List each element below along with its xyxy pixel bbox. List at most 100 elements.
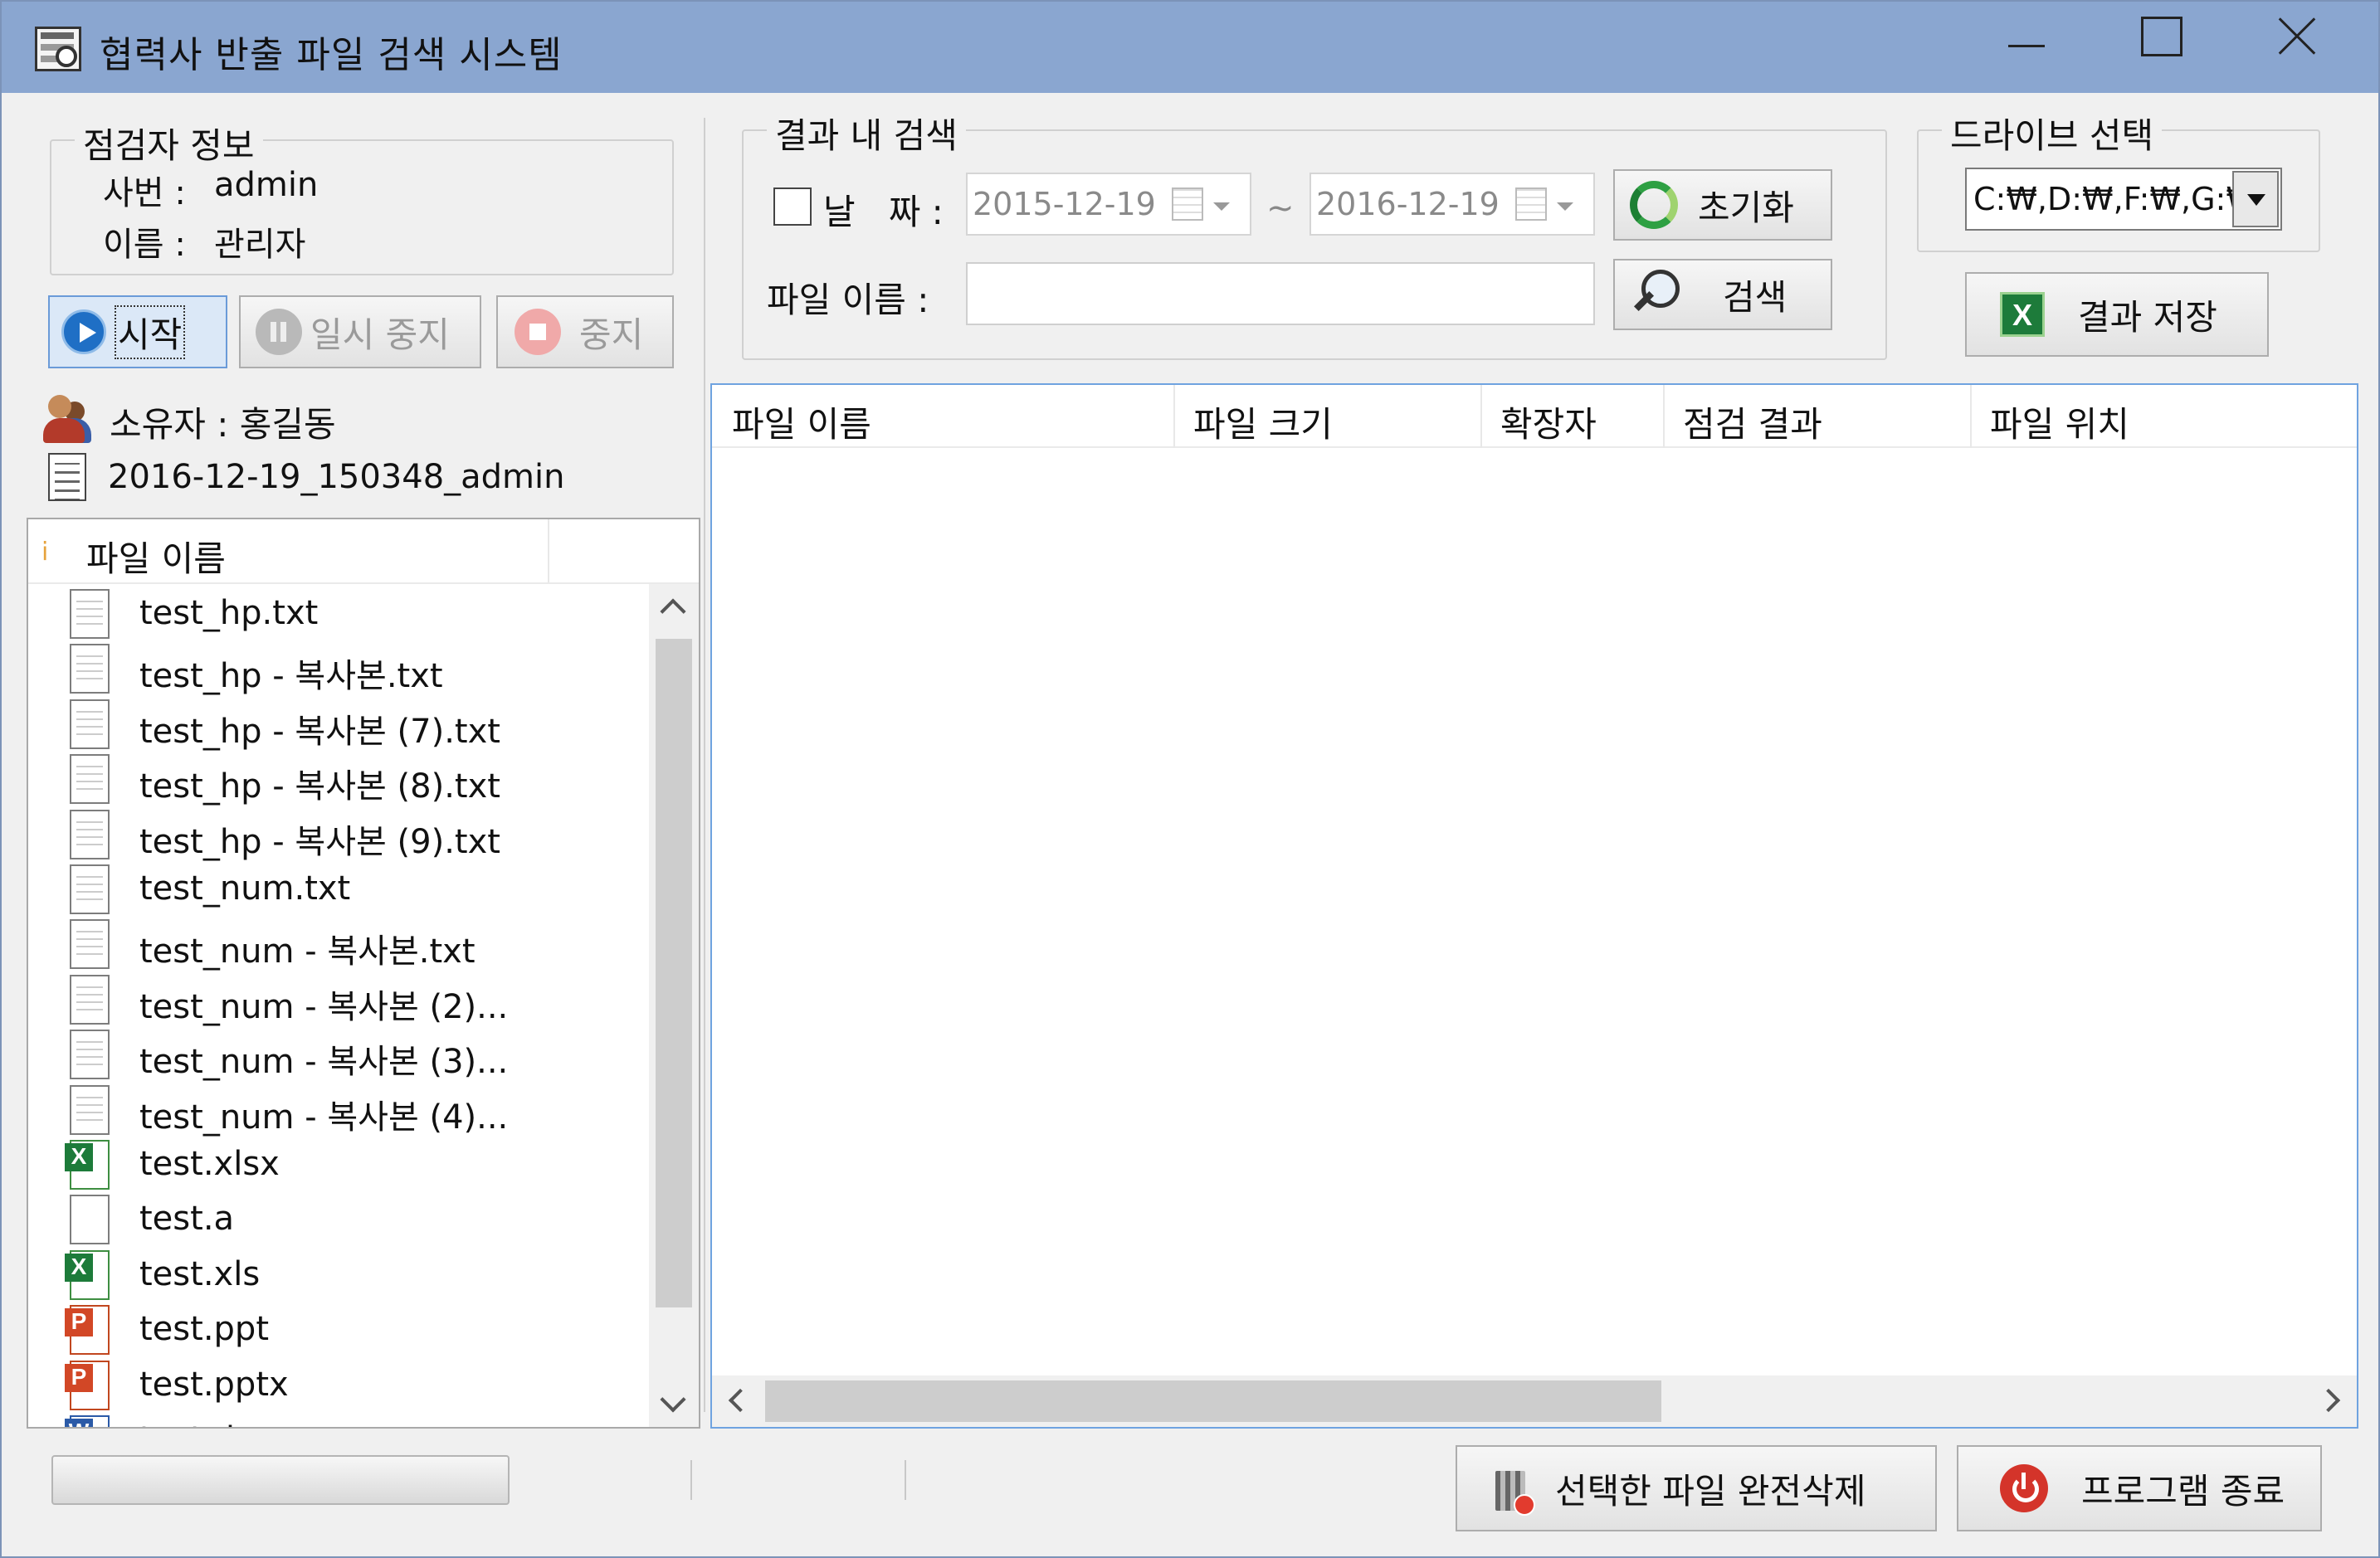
file-list-item-name: test_num - 복사본 (4)... — [139, 1098, 509, 1137]
txt-file-icon — [70, 1030, 110, 1080]
filename-search-input[interactable] — [966, 262, 1595, 325]
doc-file-icon — [65, 1415, 110, 1427]
save-result-label: 결과 저장 — [2078, 296, 2217, 338]
inspector-legend: 점검자 정보 — [75, 118, 263, 168]
pause-button[interactable]: 일시 중지 — [239, 295, 481, 368]
maximize-button[interactable] — [2093, 2, 2226, 85]
file-list-item[interactable]: test_hp - 복사본.txt — [28, 642, 647, 697]
file-list-item[interactable]: test_hp - 복사본 (9).txt — [28, 808, 647, 863]
scroll-left-icon[interactable] — [728, 1388, 753, 1413]
txt-file-icon — [70, 919, 110, 970]
employee-id-label: 사번 : — [103, 174, 186, 212]
results-column-check-result[interactable]: 점검 결과 — [1665, 385, 1972, 448]
title-bar[interactable]: 협력사 반출 파일 검색 시스템 — [2, 2, 2378, 93]
results-scroll-thumb[interactable] — [765, 1380, 1661, 1422]
file-list-item[interactable]: test.pptx — [28, 1359, 647, 1414]
inspector-name-value: 관리자 — [214, 226, 306, 264]
drive-select[interactable]: C:₩,D:₩,F:₩,G:₩ — [1965, 168, 2282, 231]
file-list-item[interactable]: test_hp - 복사본 (7).txt — [28, 698, 647, 752]
scroll-right-icon[interactable] — [2316, 1388, 2341, 1413]
txt-file-icon — [70, 809, 110, 859]
play-icon — [61, 309, 106, 354]
file-list-panel[interactable]: i 파일 이름 test_hp.txt test_hp - 복사본.txt test… — [27, 518, 700, 1429]
search-button[interactable]: 검색 — [1613, 259, 1832, 330]
power-icon — [2000, 1464, 2048, 1512]
date-to-value: 2016-12-19 — [1316, 186, 1500, 222]
chevron-down-icon[interactable] — [1213, 202, 1230, 211]
file-list-item[interactable]: test_hp.txt — [28, 587, 647, 642]
excel-icon — [2000, 292, 2045, 337]
file-list-item-name: test_num - 복사본.txt — [139, 932, 476, 971]
dropdown-arrow-icon[interactable] — [2232, 171, 2279, 227]
drive-legend: 드라이브 선택 — [1942, 108, 2163, 158]
results-column-location[interactable]: 파일 위치 — [1972, 385, 2353, 448]
refresh-icon — [1630, 181, 1678, 229]
session-name: 2016-12-19_150348_admin — [108, 458, 565, 496]
file-list-item[interactable]: test_num - 복사본 (2)... — [28, 973, 647, 1028]
results-column-filename[interactable]: 파일 이름 — [714, 385, 1175, 448]
file-list-item[interactable]: test.a — [28, 1193, 647, 1248]
file-list-item-name: test_hp - 복사본.txt — [139, 657, 443, 696]
scroll-down-icon[interactable] — [660, 1386, 686, 1413]
drive-group: 드라이브 선택 C:₩,D:₩,F:₩,G:₩ — [1917, 108, 2320, 252]
file-list-column-name[interactable]: 파일 이름 — [68, 519, 549, 582]
file-list-item-name: test.ppt — [139, 1310, 269, 1349]
file-list-item-name: test.xlsx — [139, 1145, 280, 1183]
date-range-tilde: ~ — [1266, 189, 1295, 227]
delete-selected-label: 선택한 파일 완전삭제 — [1555, 1470, 1866, 1512]
file-list-vscrollbar[interactable] — [649, 584, 699, 1427]
inspector-group: 점검자 정보 사번 : admin 이름 : 관리자 — [50, 118, 674, 275]
date-to-field[interactable]: 2016-12-19 — [1309, 173, 1595, 236]
file-list-item-name: test.a — [139, 1200, 235, 1239]
file-list-item[interactable]: test_hp - 복사본 (8).txt — [28, 752, 647, 807]
results-column-extension[interactable]: 확장자 — [1482, 385, 1665, 448]
file-list-item[interactable]: test.xls — [28, 1249, 647, 1303]
employee-id-value: admin — [214, 166, 319, 204]
file-list-item[interactable]: test.doc — [28, 1414, 647, 1427]
app-icon — [35, 27, 81, 71]
reset-button[interactable]: 초기화 — [1613, 169, 1832, 241]
search-legend: 결과 내 검색 — [767, 108, 966, 158]
chevron-down-icon[interactable] — [1557, 202, 1573, 211]
filename-label: 파일 이름 : — [767, 280, 929, 320]
file-list-body: test_hp.txt test_hp - 복사본.txt test_hp - 복사… — [28, 584, 647, 1427]
file-list-item[interactable]: test_num - 복사본 (3)... — [28, 1028, 647, 1083]
close-button[interactable] — [2231, 2, 2363, 85]
session-file-icon — [48, 453, 86, 501]
results-panel[interactable]: 파일 이름 파일 크기 확장자 점검 결과 파일 위치 — [710, 383, 2358, 1429]
save-result-button[interactable]: 결과 저장 — [1965, 272, 2269, 357]
file-list-item[interactable]: test.ppt — [28, 1303, 647, 1358]
calendar-icon[interactable] — [1172, 187, 1203, 221]
minimize-button[interactable] — [1960, 2, 2093, 85]
results-column-filesize[interactable]: 파일 크기 — [1175, 385, 1482, 448]
file-list-item-name: test.pptx — [139, 1365, 289, 1404]
txt-file-icon — [70, 754, 110, 805]
txt-file-icon — [70, 644, 110, 694]
file-list-item[interactable]: test.xlsx — [28, 1138, 647, 1193]
date-label: 날 짜 : — [823, 192, 944, 232]
date-from-value: 2015-12-19 — [973, 186, 1156, 222]
file-list-item-name: test_num - 복사본 (3)... — [139, 1043, 509, 1082]
calendar-icon[interactable] — [1515, 187, 1547, 221]
exit-program-button[interactable]: 프로그램 종료 — [1957, 1445, 2322, 1531]
file-list-item-name: test.xls — [139, 1254, 261, 1293]
file-list-item[interactable]: test_num.txt — [28, 863, 647, 918]
xls-file-icon — [65, 1249, 110, 1300]
delete-selected-button[interactable]: 선택한 파일 완전삭제 — [1456, 1445, 1937, 1531]
file-list-item[interactable]: test_num - 복사본 (4)... — [28, 1083, 647, 1138]
date-filter-checkbox[interactable] — [773, 187, 812, 226]
file-list-item[interactable]: test_num - 복사본.txt — [28, 918, 647, 972]
status-separator — [905, 1460, 906, 1500]
drive-select-value: C:₩,D:₩,F:₩,G:₩ — [1973, 181, 2257, 217]
stop-button[interactable]: 중지 — [496, 295, 674, 368]
pane-divider — [704, 118, 705, 1412]
results-hscrollbar[interactable] — [712, 1375, 2357, 1427]
scroll-up-icon[interactable] — [660, 598, 686, 625]
file-list-item-name: test.doc — [139, 1420, 273, 1427]
date-from-field[interactable]: 2015-12-19 — [966, 173, 1251, 236]
file-list-scroll-thumb[interactable] — [656, 639, 692, 1307]
start-button[interactable]: 시작 — [48, 295, 227, 368]
pause-label: 일시 중지 — [310, 314, 450, 355]
ppt-file-icon — [65, 1305, 110, 1356]
ppt-file-icon — [65, 1360, 110, 1410]
